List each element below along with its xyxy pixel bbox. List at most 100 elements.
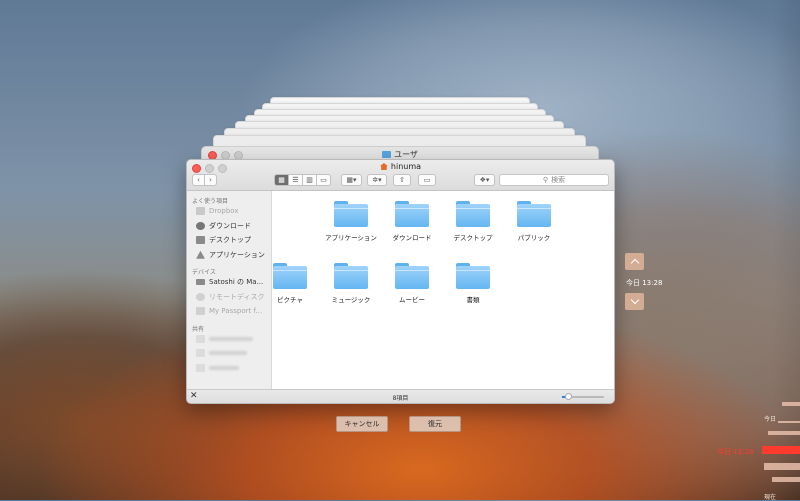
folder-label: アプリケーション [325,234,377,242]
chevron-up-icon [630,258,639,268]
timeline-tick[interactable] [768,431,800,435]
sidebar-item-label: Satoshi の Ma... [209,278,264,287]
folder-icon [395,201,429,227]
sidebar-item-shared[interactable] [187,361,271,376]
sidebar-item-label: My Passport f... [209,307,263,316]
gallery-view-button[interactable]: ▭ [316,174,331,186]
sidebar-section-shared: 共有 [192,325,205,333]
folder-icon [273,263,307,289]
timeline-label-today: 今日 [764,416,777,423]
cancel-button[interactable]: キャンセル [336,416,388,432]
action-button[interactable]: ✲ ▾ [367,174,387,186]
arrange-button[interactable]: ▦ ▾ [341,174,362,186]
folder-icon [334,201,368,227]
timeline-label-now: 今日 13:28 [717,448,754,456]
network-computer-icon [196,349,205,358]
disc-icon [196,292,205,301]
dropbox-icon: ❖ [479,176,486,184]
sidebar-item-dropbox[interactable]: Dropbox [187,204,271,219]
column-view-button[interactable]: ▥ [302,174,317,186]
folder-icon [334,263,368,289]
newer-button[interactable] [625,293,644,310]
status-bar: ✕ 8項目 [187,389,614,403]
folder-item[interactable]: ピクチャ [260,263,320,304]
icon-size-slider[interactable] [562,393,604,400]
timeline-tick[interactable] [782,402,800,406]
desktop-icon [196,236,205,245]
older-button[interactable] [625,253,644,270]
blurred-name [209,365,239,370]
restore-button[interactable]: 復元 [409,416,461,432]
sidebar-item-label: リモートディスク [209,292,265,301]
folder-item[interactable]: ミュージック [321,263,381,304]
home-icon [379,163,388,170]
finder-window[interactable]: hinuma ‹ › ▦ ☰ ▥ ▭ ▦ ▾ ✲ ▾ ⇧ ▭ ❖ ▾ ⚲ 検索 よく使う… [186,159,615,404]
list-view-button[interactable]: ☰ [288,174,303,186]
back-window-title-text: ユーザ [394,150,418,159]
tag-icon: ▭ [423,176,431,184]
folder-label: ダウンロード [392,234,432,242]
folder-icon [456,263,490,289]
folder-label: デスクトップ [453,234,493,242]
download-icon [196,221,205,230]
icon-view-button[interactable]: ▦ [274,174,289,186]
timeline-tick[interactable] [772,477,800,482]
timeline-tick[interactable] [764,463,800,470]
search-placeholder: 検索 [551,176,566,184]
sidebar-item-mac[interactable]: Satoshi の Ma... [187,275,271,290]
forward-button[interactable]: › [204,174,217,186]
folder-item[interactable]: 書類 [443,263,503,304]
sidebar-item-applications[interactable]: アプリケーション [187,248,271,263]
folder-item[interactable]: パブリック [504,201,564,242]
grid-icon: ▦ [346,176,354,184]
sidebar-item-shared[interactable] [187,346,271,361]
sidebar-item-label: アプリケーション [209,250,265,259]
folder-label: パブリック [517,234,551,242]
search-icon: ⚲ [542,176,549,184]
item-count: 8項目 [392,395,409,402]
folder-label: ミュージック [331,296,371,304]
slider-knob[interactable] [564,393,572,400]
tags-button[interactable]: ▭ [418,174,436,186]
folder-item[interactable]: ムービー [382,263,442,304]
folder-icon [456,201,490,227]
current-snapshot-time: 今日 13:28 [626,279,663,287]
folder-icon [395,263,429,289]
sidebar-item-shared[interactable] [187,332,271,347]
sidebar-item-label: ダウンロード [209,221,251,230]
view-mode-buttons: ▦ ☰ ▥ ▭ [274,174,331,186]
sidebar-item-label: デスクトップ [209,236,251,245]
gear-icon: ✲ [372,176,379,184]
share-button[interactable]: ⇧ [393,174,411,186]
sidebar-item-my-passport[interactable]: My Passport f... [187,304,271,319]
folder-item[interactable]: アプリケーション [321,201,381,242]
sidebar-item-desktop[interactable]: デスクトップ [187,233,271,248]
sidebar-section-favorites: よく使う項目 [192,198,229,205]
folder-icon [382,151,392,158]
folder-item[interactable]: デスクトップ [443,201,503,242]
network-computer-icon [196,363,205,372]
folder-label: 書類 [466,296,480,304]
search-field[interactable]: ⚲ 検索 [499,174,609,186]
share-icon: ⇧ [399,176,405,184]
titlebar: hinuma ‹ › ▦ ☰ ▥ ▭ ▦ ▾ ✲ ▾ ⇧ ▭ ❖ ▾ ⚲ 検索 [187,160,614,191]
sidebar-section-devices: デバイス [192,269,216,276]
file-grid: アプリケーション ダウンロード デスクトップ パブリック ピクチャ ミュージック… [272,191,614,389]
timeline-tick[interactable] [778,421,800,423]
sidebar-item-remote-disc[interactable]: リモートディスク [187,290,271,305]
dropbox-button[interactable]: ❖ ▾ [474,174,495,186]
sidebar-item-label: Dropbox [209,207,239,216]
nav-buttons: ‹ › [192,174,217,186]
laptop-icon [196,279,205,286]
timeline-strip [772,0,800,500]
sidebar-item-downloads[interactable]: ダウンロード [187,219,271,234]
chevron-down-icon [630,295,639,305]
timeline-current-marker[interactable] [762,446,800,454]
dropbox-icon [196,207,205,216]
drive-icon [196,307,205,316]
window-title: hinuma [187,162,614,171]
folder-item[interactable]: ダウンロード [382,201,442,242]
applications-icon [196,250,205,259]
blurred-name [209,351,247,356]
network-computer-icon [196,334,205,343]
